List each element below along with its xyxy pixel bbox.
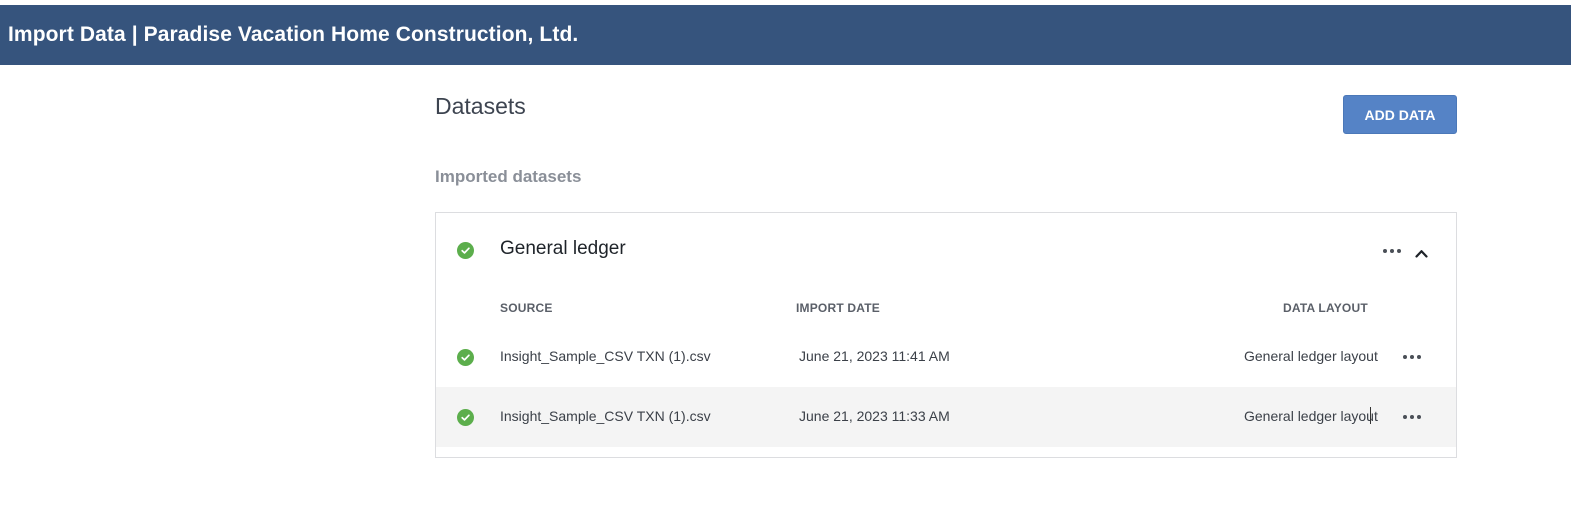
column-header-data-layout: DATA LAYOUT — [1283, 301, 1368, 315]
text-cursor — [1370, 407, 1371, 424]
dataset-more-options-icon[interactable] — [1383, 249, 1401, 253]
row-more-options-icon[interactable] — [1403, 415, 1421, 419]
table-row[interactable]: Insight_Sample_CSV TXN (1).csv June 21, … — [436, 387, 1456, 447]
top-header-bar: Import Data | Paradise Vacation Home Con… — [0, 5, 1571, 65]
success-check-icon — [457, 409, 474, 426]
row-import-date: June 21, 2023 11:41 AM — [799, 348, 950, 364]
table-row[interactable]: Insight_Sample_CSV TXN (1).csv June 21, … — [436, 327, 1456, 387]
success-check-icon — [457, 242, 474, 259]
row-import-date: June 21, 2023 11:33 AM — [799, 408, 950, 424]
dataset-title: General ledger — [500, 238, 626, 259]
row-more-options-icon[interactable] — [1403, 355, 1421, 359]
row-data-layout: General ledger layout — [1244, 408, 1378, 424]
imported-datasets-label: Imported datasets — [435, 167, 582, 186]
column-header-source: SOURCE — [500, 301, 553, 315]
row-source: Insight_Sample_CSV TXN (1).csv — [500, 408, 711, 424]
column-header-import-date: IMPORT DATE — [796, 301, 880, 315]
row-data-layout: General ledger layout — [1244, 348, 1378, 364]
success-check-icon — [457, 349, 474, 366]
datasets-heading: Datasets — [435, 93, 526, 119]
row-source: Insight_Sample_CSV TXN (1).csv — [500, 348, 711, 364]
dataset-card-general-ledger: General ledger SOURCE IMPORT DATE DATA L… — [435, 212, 1457, 458]
chevron-up-icon[interactable] — [1415, 245, 1428, 263]
page-title: Import Data | Paradise Vacation Home Con… — [8, 23, 579, 46]
add-data-button[interactable]: ADD DATA — [1343, 95, 1457, 134]
